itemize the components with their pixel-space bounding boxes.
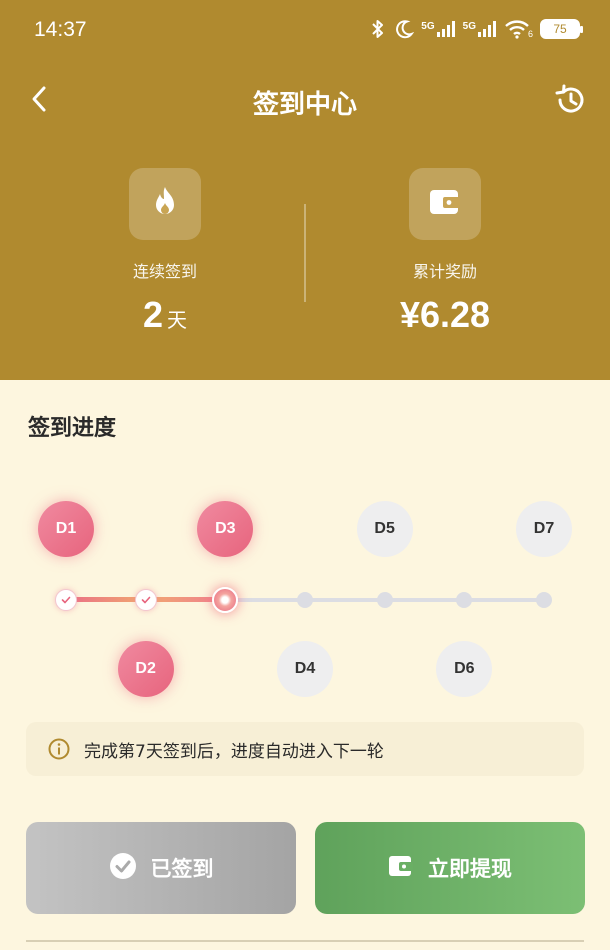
- reward-label: 累计奖励: [412, 262, 477, 281]
- streak-value: 2天: [142, 294, 188, 335]
- bluetooth-icon: [369, 18, 387, 40]
- status-icons: 5G 5G 6 75: [369, 18, 583, 40]
- bottom-divider: [26, 940, 584, 942]
- streak-icon-box: [129, 168, 201, 240]
- check-circle-icon: [109, 852, 137, 885]
- battery-indicator: 75: [540, 19, 583, 39]
- nav-bar: 签到中心: [0, 72, 610, 128]
- day-badge-d3: D3: [197, 501, 254, 557]
- day-badge-d1: D1: [38, 501, 94, 557]
- day-badge-d5: D5: [356, 501, 413, 557]
- progress-node-d7: [536, 592, 552, 608]
- day-badge-d7: D7: [516, 501, 572, 557]
- wallet-icon: [388, 854, 414, 883]
- signed-button-label: 已签到: [150, 857, 214, 881]
- day-badge-d6: D6: [436, 641, 493, 697]
- tip-text: 完成第7天签到后，进度自动进入下一轮: [84, 741, 384, 762]
- streak-stat: 连续签到 2天: [50, 168, 280, 336]
- page-title: 签到中心: [252, 90, 357, 120]
- reward-stat: 累计奖励 ¥6.28: [330, 168, 560, 336]
- progress-node-d4: [297, 592, 313, 608]
- check-icon: [141, 596, 150, 604]
- reward-icon-box: [409, 168, 481, 240]
- withdraw-button-label: 立即提现: [428, 857, 512, 881]
- flame-icon: [150, 185, 180, 223]
- progress-section-title: 签到进度: [28, 416, 117, 441]
- status-time: 14:37: [34, 18, 87, 41]
- info-tip: 完成第7天签到后，进度自动进入下一轮: [26, 722, 584, 776]
- header-banner: 14:37 5G 5G 6 75 签到中心 连续签到 2 天 累计奖励 ¥6.2…: [0, 0, 610, 380]
- history-button[interactable]: [550, 82, 590, 122]
- progress-node-d6: [456, 592, 473, 608]
- check-icon: [61, 596, 71, 604]
- progress-node-d1: [55, 589, 77, 611]
- streak-unit: 天: [167, 308, 188, 332]
- progress-node-d5: [376, 592, 393, 608]
- day-badge-d4: D4: [277, 641, 333, 697]
- history-icon: [553, 83, 587, 121]
- status-bar: 14:37 5G 5G 6 75: [0, 0, 610, 62]
- wallet-icon: [428, 187, 462, 221]
- withdraw-button[interactable]: 立即提现: [315, 822, 585, 914]
- moon-icon: [394, 19, 415, 39]
- day-badge-d2: D2: [117, 641, 174, 697]
- signed-button[interactable]: 已签到: [26, 822, 296, 914]
- stats-divider: [304, 204, 306, 302]
- signal-5g-icon-2: 5G: [463, 21, 497, 37]
- signal-5g-icon: 5G: [421, 21, 455, 37]
- progress-node-d3: [212, 587, 239, 613]
- info-icon: [48, 738, 70, 760]
- wifi-icon: 6: [504, 19, 533, 39]
- reward-value: ¥6.28: [399, 294, 491, 335]
- progress-node-d2: [134, 589, 157, 611]
- streak-label: 连续签到: [132, 262, 197, 281]
